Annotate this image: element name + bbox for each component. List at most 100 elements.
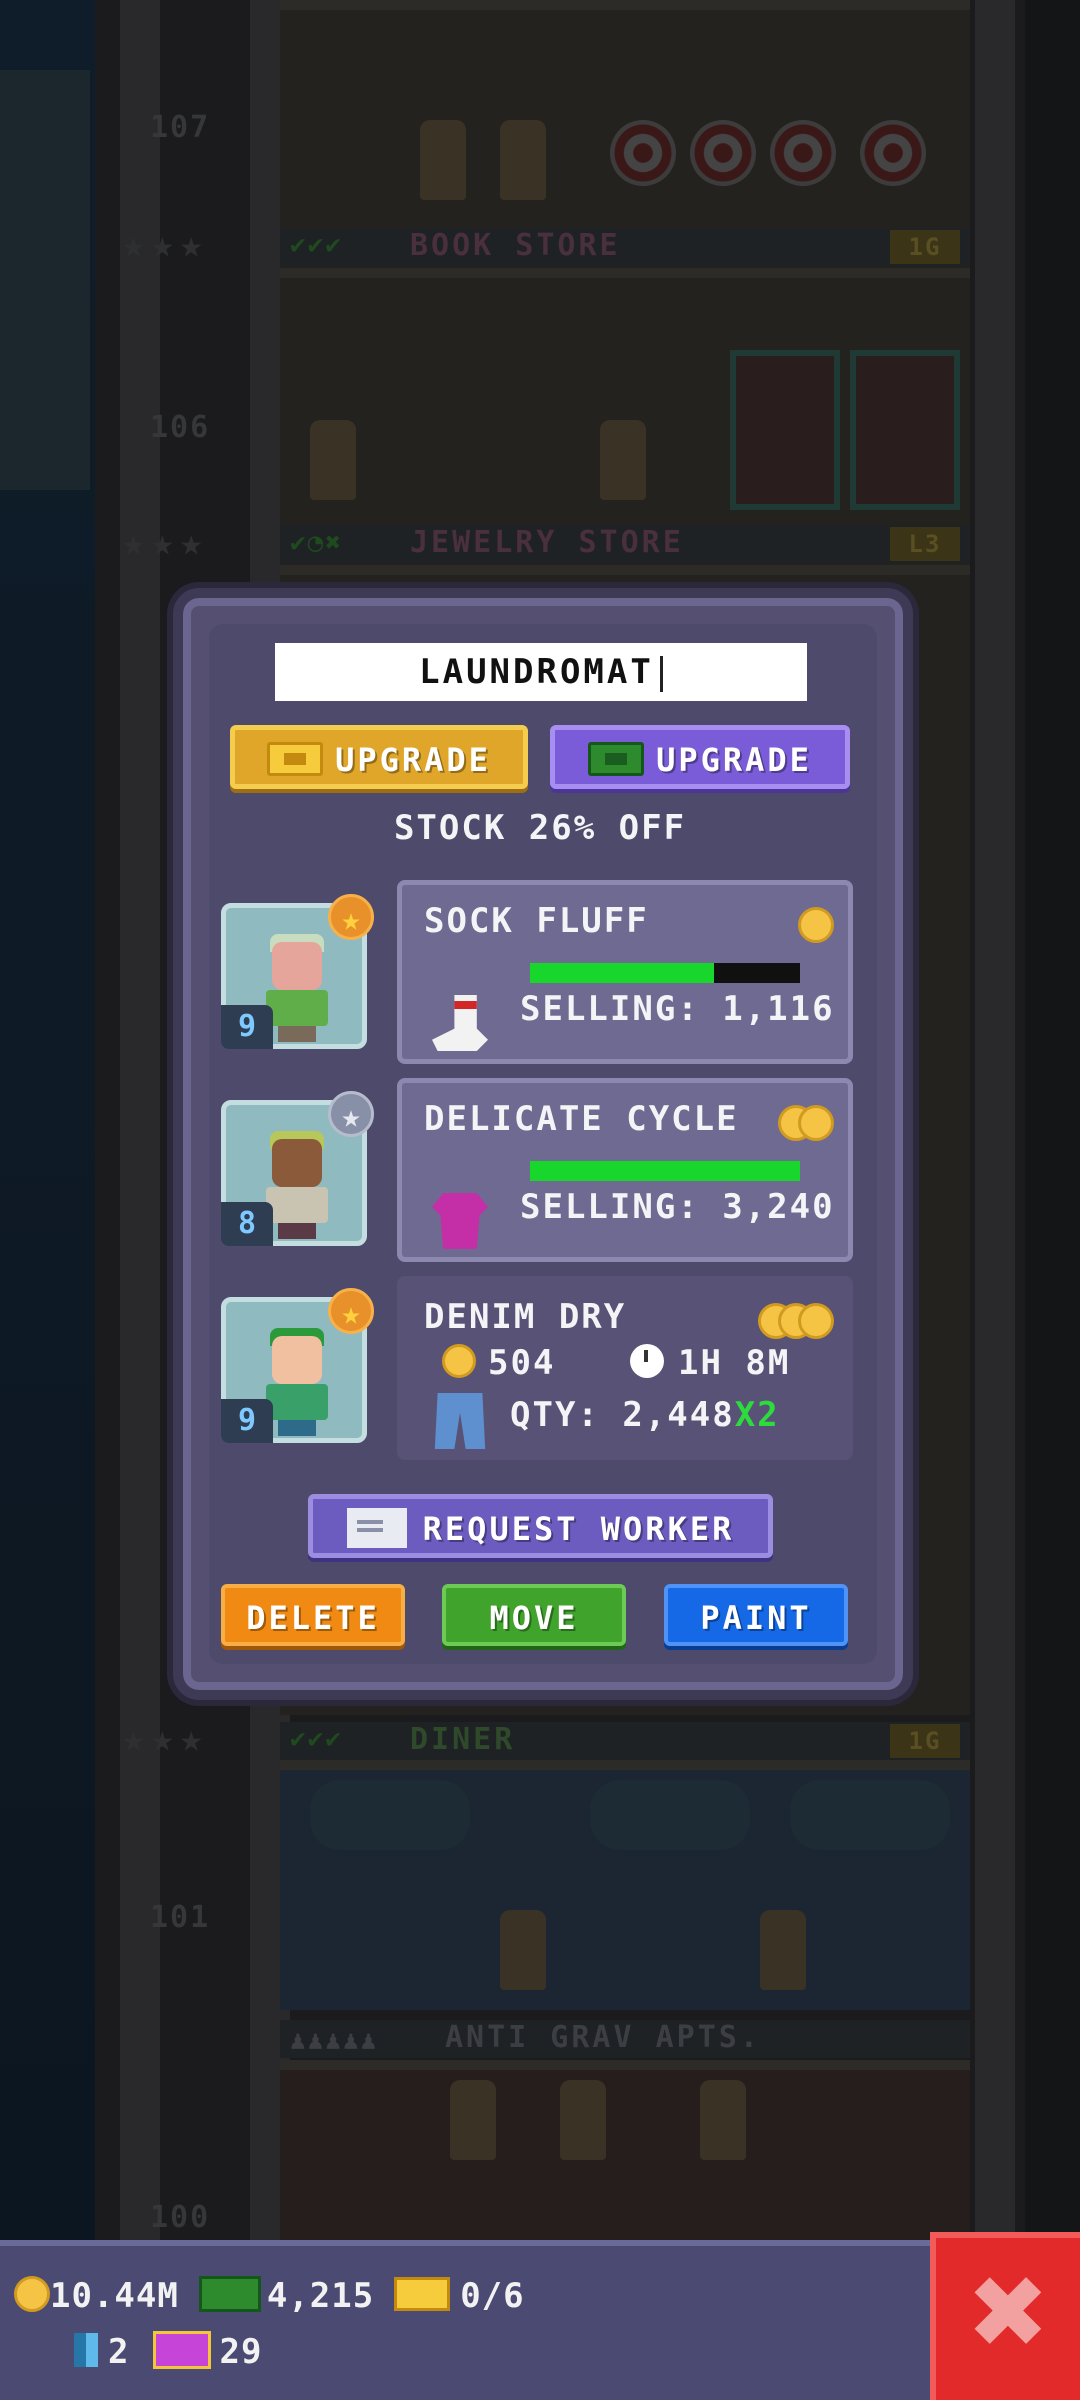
selling-count: SELLING: 3,240: [520, 1187, 835, 1227]
worker-legs: [278, 1420, 316, 1436]
restock-cost-value: 504: [488, 1343, 556, 1383]
stock-discount-text: STOCK 26% OFF: [393, 808, 687, 848]
upgrade-bux-label: UPGRADE: [656, 741, 812, 779]
floor-checks: ✔✔✔: [290, 1724, 343, 1754]
vip-count: 29: [219, 2332, 263, 2372]
paint-button[interactable]: PAINT: [664, 1584, 848, 1646]
upgrade-bux-button[interactable]: UPGRADE: [550, 725, 850, 789]
worker-legs: [278, 1026, 316, 1042]
dream-job-star-icon: ★: [328, 894, 374, 940]
upgrade-gold-label: UPGRADE: [335, 741, 491, 779]
worker-legs: [278, 1223, 316, 1239]
gold-ticket-icon: [267, 742, 324, 776]
close-icon: ✖: [966, 2254, 1050, 2371]
elevator-icon: [74, 2332, 98, 2367]
target-decor: [610, 120, 676, 186]
gold-ticket-icon: [394, 2276, 451, 2311]
delete-button[interactable]: DELETE: [221, 1584, 405, 1646]
worker-portrait-3[interactable]: 9 ★: [221, 1288, 374, 1443]
target-decor: [770, 120, 836, 186]
close-button[interactable]: ✖: [930, 2232, 1080, 2400]
apt-residents: ♟♟♟♟♟: [290, 2026, 379, 2056]
floor-number: 106: [150, 410, 211, 445]
worker-body: [266, 1187, 328, 1223]
restock-time-value: 1H 8M: [678, 1343, 791, 1383]
product-tier-coins: [778, 1105, 834, 1141]
visitor-sprite: [310, 420, 356, 500]
visitor-sprite: [500, 120, 546, 200]
resident-sprite: [450, 2080, 496, 2160]
floor-number: 107: [150, 110, 211, 145]
elevator-count: 2: [108, 2332, 130, 2372]
product-name: DELICATE CYCLE: [424, 1099, 739, 1139]
worker-portrait-2[interactable]: 8 ★: [221, 1091, 374, 1246]
floor-title: BOOK STORE: [410, 228, 621, 263]
floor-band: [280, 1722, 970, 1760]
floor-checks: ✔◔✖: [290, 528, 343, 558]
visitor-sprite: [760, 1910, 806, 1990]
cloud-shape: [0, 70, 90, 490]
product-slot-denim-dry[interactable]: DENIM DRY 504 1H 8M QTY: 2,448X2: [397, 1276, 853, 1460]
stock-progress-fill: [530, 1161, 800, 1181]
bux-value: 4,215: [266, 2276, 375, 2316]
coin-icon: [798, 1303, 834, 1339]
stock-progress-fill: [530, 963, 714, 983]
visitor-sprite: [500, 1910, 546, 1990]
worker-head: [272, 1336, 322, 1384]
worker-body: [266, 1384, 328, 1420]
target-decor: [690, 120, 756, 186]
worker-body: [266, 990, 328, 1026]
letter-icon: [346, 1508, 407, 1548]
floor-title: ANTI GRAV APTS.: [445, 2020, 761, 2055]
worker-level-badge: 8: [221, 1202, 273, 1246]
floor-title: DINER: [410, 1722, 516, 1757]
sock-icon: [432, 995, 488, 1051]
resident-sprite: [700, 2080, 746, 2160]
coins-value: 10.44M: [50, 2276, 179, 2316]
resources-row: 2 29: [14, 2330, 263, 2373]
jeans-icon: [434, 1393, 486, 1449]
product-name: DENIM DRY: [424, 1297, 627, 1337]
text-caret: [659, 655, 663, 692]
coin-icon: [14, 2275, 50, 2312]
diner-window: [310, 1780, 470, 1850]
visitor-sprite: [600, 420, 646, 500]
upgrade-gold-ticket-button[interactable]: UPGRADE: [230, 725, 528, 789]
stock-progress-bar: [530, 963, 800, 983]
restock-quantity: QTY: 2,448X2: [510, 1395, 780, 1435]
floor-level-badge: 1G: [890, 230, 960, 264]
coin-icon: [798, 1105, 834, 1141]
currency-row: 10.44M 4,215 0/6: [14, 2275, 525, 2316]
quantity-value: QTY: 2,448: [510, 1395, 735, 1435]
coin-icon: [798, 907, 834, 943]
worker-head: [272, 942, 322, 990]
diner-window: [590, 1780, 750, 1850]
floor-level-badge: L3: [890, 527, 960, 561]
silver-star-icon: ★: [328, 1091, 374, 1137]
floor-stars: ★★★: [122, 1716, 209, 1760]
floor-number: 101: [150, 1900, 211, 1935]
request-worker-button[interactable]: REQUEST WORKER: [308, 1494, 773, 1558]
floor-title: JEWELRY STORE: [410, 525, 684, 560]
tower-bux-icon: [588, 742, 645, 776]
vip-icon: [153, 2330, 212, 2369]
worker-level-badge: 9: [221, 1399, 273, 1443]
product-tier-coins: [798, 907, 834, 943]
target-decor: [860, 120, 926, 186]
request-worker-label: REQUEST WORKER: [422, 1510, 735, 1548]
worker-portrait-1[interactable]: 9 ★: [221, 894, 374, 1049]
floor-stars: ★★★: [122, 222, 209, 266]
visitor-sprite: [420, 120, 466, 200]
floor-stars: ★★★: [122, 520, 209, 564]
product-name: SOCK FLUFF: [424, 901, 649, 941]
floor-level-badge: 1G: [890, 1724, 960, 1758]
product-slot-delicate-cycle[interactable]: DELICATE CYCLE SELLING: 3,240: [397, 1078, 853, 1262]
restock-cost: 504: [442, 1343, 555, 1383]
floor-checks: ✔✔✔: [290, 230, 343, 260]
floor-apts[interactable]: [280, 2060, 970, 2240]
tower-pillar-right: [975, 0, 1015, 2240]
move-button[interactable]: MOVE: [442, 1584, 626, 1646]
product-slot-sock-fluff[interactable]: SOCK FLUFF SELLING: 1,116: [397, 880, 853, 1064]
restock-time: 1H 8M: [630, 1343, 790, 1383]
store-name-input[interactable]: LAUNDROMAT: [275, 643, 807, 701]
